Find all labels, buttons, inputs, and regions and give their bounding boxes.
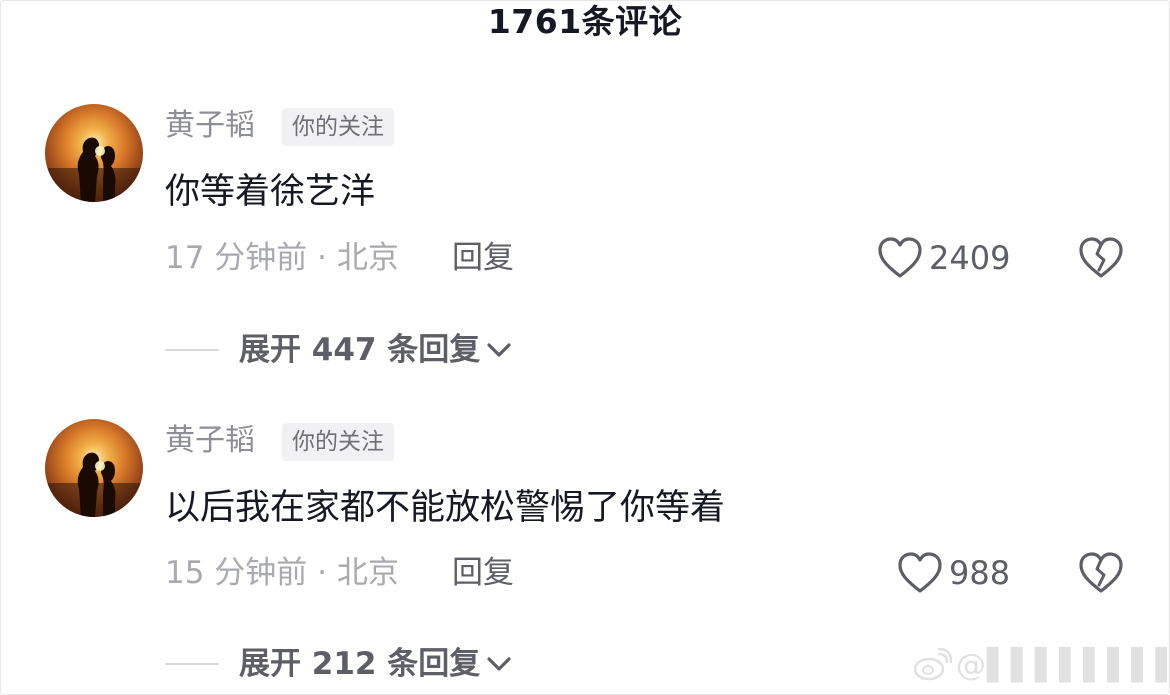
comment-text: 以后我在家都不能放松警惕了你等着: [165, 488, 726, 528]
avatar[interactable]: [45, 419, 143, 517]
comment-time-location: 15 分钟前 · 北京: [165, 555, 399, 591]
reply-button[interactable]: 回复: [452, 553, 514, 593]
expand-replies-label: 展开 447 条回复: [239, 332, 481, 368]
weibo-icon: [913, 648, 952, 681]
watermark-handle: @▌▌▌▌▌▌▌▌▌: [956, 647, 1170, 683]
expand-replies-button[interactable]: 展开 212 条回复: [165, 642, 512, 686]
chevron-down-icon: [487, 343, 511, 357]
like-button[interactable]: 988: [897, 551, 1010, 595]
expand-replies-button[interactable]: 展开 447 条回复: [165, 328, 512, 372]
broken-heart-icon[interactable]: [1078, 551, 1124, 595]
like-count: 988: [949, 554, 1011, 592]
comment-item: 黄子韬 你的关注 以后我在家都不能放松警惕了你等着 15 分钟前 · 北京 回复…: [0, 0, 1170, 682]
following-badge: 你的关注: [282, 423, 394, 461]
author-name[interactable]: 黄子韬: [165, 423, 255, 459]
chevron-down-icon: [487, 657, 511, 671]
weibo-watermark: @▌▌▌▌▌▌▌▌▌: [912, 640, 1170, 690]
expand-divider: [165, 663, 219, 665]
heart-outline-icon: [898, 552, 942, 593]
expand-divider: [165, 349, 219, 351]
expand-replies-label: 展开 212 条回复: [239, 646, 481, 682]
